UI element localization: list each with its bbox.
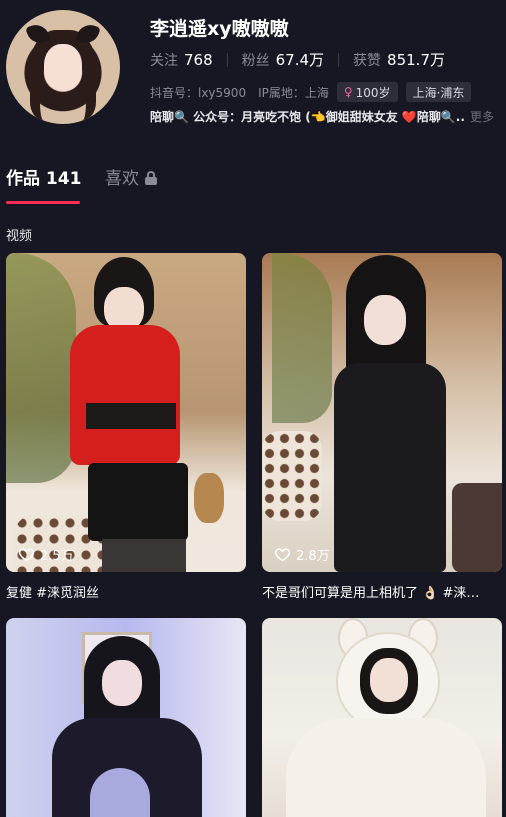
ip-location: IP属地：上海 <box>258 85 329 100</box>
divider <box>226 52 228 67</box>
heart-outline-icon <box>18 548 35 562</box>
tab-likes[interactable]: 喜欢 <box>105 164 157 189</box>
tab-likes-label: 喜欢 <box>105 169 139 189</box>
lock-icon <box>145 170 157 185</box>
video-likes: 2.8万 <box>274 545 330 564</box>
video-card[interactable]: 2.8万 <box>262 253 502 572</box>
video-card[interactable] <box>6 618 246 817</box>
profile-tabs: 作品 141 喜欢 <box>0 164 506 206</box>
video-caption[interactable]: 复健 #涞觅润丝 <box>6 582 246 601</box>
section-title-videos: 视频 <box>6 229 33 244</box>
bio-text: 陪聊🔍 公众号：月亮吃不饱 (👈御姐甜妹女友 ❤️陪聊🔍... <box>150 110 466 124</box>
video-likes: 2.5万 <box>18 545 74 564</box>
age-tag-label: 100岁 <box>355 85 391 100</box>
age-tag: ♀ 100岁 <box>336 82 398 102</box>
profile-meta: 抖音号：lxy5900 IP属地：上海 ♀ 100岁 上海·浦东 <box>150 82 472 102</box>
heart-outline-icon <box>274 548 291 562</box>
bio-more-link[interactable]: 更多 <box>470 108 494 125</box>
video-card[interactable]: 2.5万 <box>6 253 246 572</box>
following-count[interactable]: 768 <box>184 51 213 69</box>
active-tab-indicator <box>6 201 80 204</box>
video-likes-count: 2.5万 <box>40 549 74 564</box>
likes-received-label: 获赞 <box>353 52 382 69</box>
tab-works-label: 作品 141 <box>6 169 82 189</box>
divider <box>338 52 340 67</box>
avatar[interactable] <box>6 10 120 124</box>
profile-name: 李逍遥xy嗷嗷嗷 <box>150 18 289 40</box>
video-caption[interactable]: 不是哥们可算是用上相机了 👌🏻 #涞… <box>262 582 502 601</box>
female-symbol-icon: ♀ <box>343 85 353 99</box>
douyin-id: 抖音号：lxy5900 <box>150 85 247 100</box>
following-label[interactable]: 关注 <box>150 50 178 70</box>
followers-label[interactable]: 粉丝 <box>242 50 270 70</box>
video-card[interactable] <box>262 618 502 817</box>
video-likes-count: 2.8万 <box>296 549 330 564</box>
profile-bio[interactable]: 陪聊🔍 公众号：月亮吃不饱 (👈御姐甜妹女友 ❤️陪聊🔍... 更多 <box>150 108 500 125</box>
likes-received-count: 851.7万 <box>387 51 445 69</box>
profile-stats: 关注 768 粉丝 67.4万 获赞 851.7万 <box>150 49 445 70</box>
profile-header: 李逍遥xy嗷嗷嗷 关注 768 粉丝 67.4万 获赞 851.7万 抖音号：l… <box>0 0 506 140</box>
followers-count[interactable]: 67.4万 <box>276 49 324 70</box>
tab-works[interactable]: 作品 141 <box>6 164 81 189</box>
location-tag: 上海·浦东 <box>405 82 472 102</box>
